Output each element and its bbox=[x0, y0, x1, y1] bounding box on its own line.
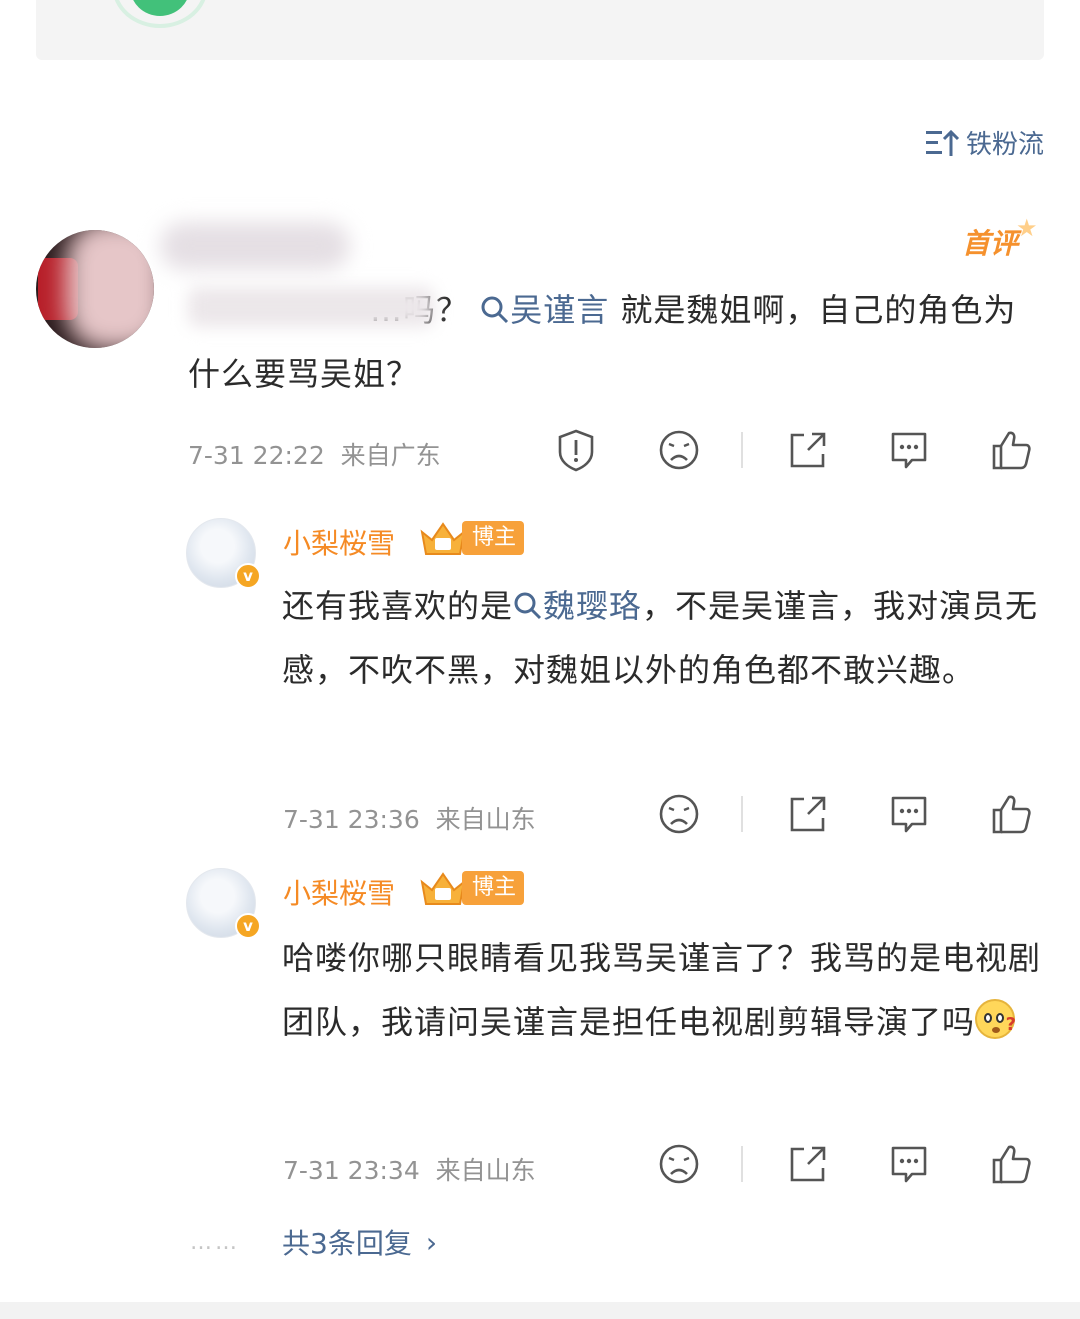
divider bbox=[741, 796, 743, 832]
search-icon bbox=[481, 296, 509, 324]
sort-icon bbox=[925, 129, 960, 156]
thinking-face-emoji: ? bbox=[975, 999, 1016, 1039]
like-icon[interactable] bbox=[990, 1142, 1034, 1186]
top-card[interactable] bbox=[36, 0, 1044, 60]
avatar[interactable] bbox=[36, 230, 154, 348]
shield-icon bbox=[112, 0, 208, 28]
first-comment-badge: 首评 ★ bbox=[962, 214, 1038, 260]
comment-meta: 7-31 22:22 来自广东 bbox=[188, 441, 441, 470]
report-icon[interactable] bbox=[554, 428, 598, 472]
share-icon[interactable] bbox=[786, 1142, 830, 1186]
comment-icon[interactable] bbox=[887, 792, 931, 836]
reply-text: 还有我喜欢的是 魏璎珞，不是吴谨言，我对演员无感，不吹不黑，对魏姐以外的角色都不敢… bbox=[282, 587, 1039, 689]
share-icon[interactable] bbox=[786, 428, 830, 472]
more-replies-label: 共3条回复 bbox=[282, 1227, 412, 1260]
avatar[interactable]: v bbox=[186, 868, 261, 939]
verified-badge: v bbox=[235, 913, 261, 939]
search-icon bbox=[514, 592, 542, 620]
crown-icon bbox=[420, 522, 466, 555]
dislike-icon[interactable] bbox=[657, 792, 701, 836]
topic-link[interactable]: 魏璎珞 bbox=[513, 587, 642, 625]
topic-link[interactable]: 吴谨言 bbox=[480, 291, 609, 329]
bottom-separator bbox=[0, 1302, 1080, 1319]
share-icon[interactable] bbox=[786, 792, 830, 836]
dislike-icon[interactable] bbox=[657, 428, 701, 472]
divider bbox=[741, 432, 743, 468]
reply-meta: 7-31 23:36 来自山东 bbox=[283, 805, 536, 834]
comment-icon[interactable] bbox=[887, 428, 931, 472]
dislike-icon[interactable] bbox=[657, 1142, 701, 1186]
avatar[interactable]: v bbox=[186, 518, 261, 589]
sort-label: 铁粉流 bbox=[965, 130, 1044, 160]
dots-separator: …… bbox=[190, 1229, 240, 1255]
like-icon[interactable] bbox=[990, 792, 1034, 836]
reply-meta: 7-31 23:34 来自山东 bbox=[283, 1156, 536, 1185]
blogger-badge: 博主 bbox=[418, 870, 525, 906]
reply-text: 哈喽你哪只眼睛看见我骂吴谨言了？我骂的是电视剧团队，我请问吴谨言是担任电视剧剪辑… bbox=[282, 939, 1042, 1041]
like-icon[interactable] bbox=[990, 428, 1034, 472]
comment-text: …吗？ 吴谨言 就是魏姐啊，自己的角色为什么要骂吴姐？ bbox=[188, 278, 1048, 406]
comment-icon[interactable] bbox=[887, 1142, 931, 1186]
blogger-badge: 博主 bbox=[418, 520, 525, 556]
redacted-text bbox=[188, 287, 434, 327]
sort-button[interactable]: 铁粉流 bbox=[925, 124, 1044, 161]
username[interactable]: 小梨桜雪 bbox=[283, 522, 395, 562]
crown-icon bbox=[420, 872, 466, 905]
chevron-right-icon: › bbox=[425, 1225, 438, 1259]
username[interactable]: 小梨桜雪 bbox=[283, 872, 395, 912]
more-replies-link[interactable]: …… 共3条回复 › bbox=[190, 1222, 437, 1262]
divider bbox=[741, 1146, 743, 1182]
redacted-username bbox=[160, 222, 350, 270]
verified-badge: v bbox=[235, 563, 261, 589]
